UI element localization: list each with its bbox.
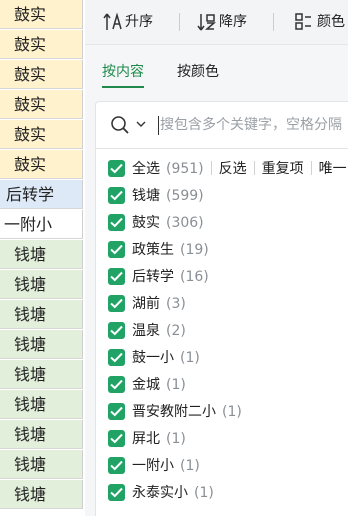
checkmark-icon	[110, 244, 123, 255]
item-count: (599)	[166, 188, 204, 204]
spreadsheet-column: 鼓实 鼓实 鼓实 鼓实 鼓实 鼓实 后转学 一附小 钱塘 钱塘 钱塘 钱塘 钱塘…	[0, 0, 84, 516]
checkmark-icon	[110, 406, 123, 417]
item-label: 晋安教附二小	[132, 404, 216, 420]
text-cursor	[158, 116, 159, 135]
search-box[interactable]: 搜包含多个关键字，空格分隔	[96, 102, 348, 149]
item-checkbox[interactable]	[108, 376, 125, 393]
sheet-cell[interactable]: 鼓实	[0, 120, 83, 149]
checkmark-icon	[110, 217, 123, 228]
sheet-cell[interactable]: 钱塘	[0, 360, 83, 389]
divider	[310, 161, 312, 175]
invert-selection-link[interactable]: 反选	[219, 161, 247, 177]
item-count: (1)	[166, 377, 186, 393]
sheet-cell[interactable]: 钱塘	[0, 270, 83, 299]
item-checkbox[interactable]	[108, 457, 125, 474]
checkmark-icon	[110, 460, 123, 471]
divider	[253, 161, 255, 175]
sort-descending-icon	[197, 14, 217, 31]
filter-popup: 升序 降序 颜色 按内容 按颜色 搜包含多个关键字，空格分隔 全选 (951) …	[85, 0, 348, 516]
tab-by-content[interactable]: 按内容	[102, 62, 144, 82]
sort-toolbar: 升序 降序 颜色	[85, 0, 348, 45]
sort-ascending-icon	[103, 13, 122, 30]
divider	[210, 161, 212, 175]
active-tab-indicator	[102, 86, 144, 88]
chevron-down-icon[interactable]	[136, 121, 146, 128]
search-input[interactable]: 搜包含多个关键字，空格分隔	[160, 116, 342, 135]
item-checkbox[interactable]	[108, 214, 125, 231]
item-count: (306)	[166, 215, 204, 231]
sheet-cell[interactable]: 鼓实	[0, 90, 83, 119]
sheet-cell[interactable]: 鼓实	[0, 150, 83, 179]
item-count: (1)	[194, 485, 214, 501]
item-checkbox[interactable]	[108, 349, 125, 366]
sort-descending-label: 降序	[219, 14, 247, 30]
item-label: 一附小	[132, 458, 174, 474]
item-label: 湖前	[132, 296, 160, 312]
duplicates-link[interactable]: 重复项	[262, 161, 304, 177]
checkmark-icon	[110, 190, 123, 201]
select-all-count: (951)	[166, 161, 204, 177]
item-label: 后转学	[132, 269, 174, 285]
item-checkbox[interactable]	[108, 322, 125, 339]
sheet-cell[interactable]: 钱塘	[0, 420, 83, 449]
item-checkbox[interactable]	[108, 484, 125, 501]
sheet-cell[interactable]: 钱塘	[0, 480, 83, 509]
sheet-cell[interactable]: 钱塘	[0, 450, 83, 479]
item-label: 钱塘	[132, 188, 160, 204]
filter-list-panel: 搜包含多个关键字，空格分隔 全选 (951) 反选 重复项 唯一 钱塘 (599) 鼓实 (…	[95, 101, 348, 516]
sort-ascending-button[interactable]: 升序	[103, 10, 161, 34]
item-count: (2)	[166, 323, 186, 339]
item-count: (19)	[180, 242, 209, 258]
item-label: 永泰实小	[132, 485, 188, 501]
toolbar-divider	[273, 13, 274, 31]
color-sort-label: 颜色	[317, 14, 345, 30]
color-sort-button[interactable]: 颜色	[295, 10, 348, 34]
select-all-label[interactable]: 全选	[132, 161, 160, 177]
item-checkbox[interactable]	[108, 268, 125, 285]
item-count: (1)	[180, 350, 200, 366]
sheet-cell[interactable]: 钱塘	[0, 240, 83, 269]
item-count: (3)	[166, 296, 186, 312]
item-checkbox[interactable]	[108, 187, 125, 204]
sheet-cell[interactable]: 钱塘	[0, 330, 83, 359]
item-count: (16)	[180, 269, 209, 285]
item-checkbox[interactable]	[108, 295, 125, 312]
item-label: 温泉	[132, 323, 160, 339]
sheet-cell[interactable]: 鼓实	[0, 60, 83, 89]
sheet-cell[interactable]: 钱塘	[0, 300, 83, 329]
item-label: 鼓一小	[132, 350, 174, 366]
sort-ascending-label: 升序	[125, 14, 153, 30]
tab-by-color[interactable]: 按颜色	[177, 62, 219, 82]
checkmark-icon	[110, 379, 123, 390]
item-label: 政策生	[132, 242, 174, 258]
search-icon	[111, 116, 129, 134]
item-checkbox[interactable]	[108, 403, 125, 420]
sheet-cell[interactable]: 后转学	[0, 180, 83, 209]
select-all-checkbox[interactable]	[108, 160, 125, 177]
color-sort-icon	[295, 13, 311, 30]
item-checkbox[interactable]	[108, 241, 125, 258]
sheet-cell[interactable]: 鼓实	[0, 30, 83, 59]
sheet-cell[interactable]: 一附小	[0, 210, 83, 239]
checkmark-icon	[110, 298, 123, 309]
toolbar-divider	[179, 13, 180, 31]
checkmark-icon	[110, 433, 123, 444]
item-checkbox[interactable]	[108, 430, 125, 447]
item-label: 金城	[132, 377, 160, 393]
item-label: 鼓实	[132, 215, 160, 231]
item-count: (1)	[166, 431, 186, 447]
checkmark-icon	[110, 163, 123, 174]
unique-link[interactable]: 唯一	[319, 161, 347, 177]
item-count: (1)	[222, 404, 242, 420]
sheet-cell[interactable]: 鼓实	[0, 0, 83, 29]
sheet-cell[interactable]: 钱塘	[0, 390, 83, 419]
item-count: (1)	[180, 458, 200, 474]
checkmark-icon	[110, 325, 123, 336]
checkmark-icon	[110, 352, 123, 363]
checkmark-icon	[110, 271, 123, 282]
item-label: 屏北	[132, 431, 160, 447]
sort-descending-button[interactable]: 降序	[197, 10, 255, 34]
checkmark-icon	[110, 487, 123, 498]
